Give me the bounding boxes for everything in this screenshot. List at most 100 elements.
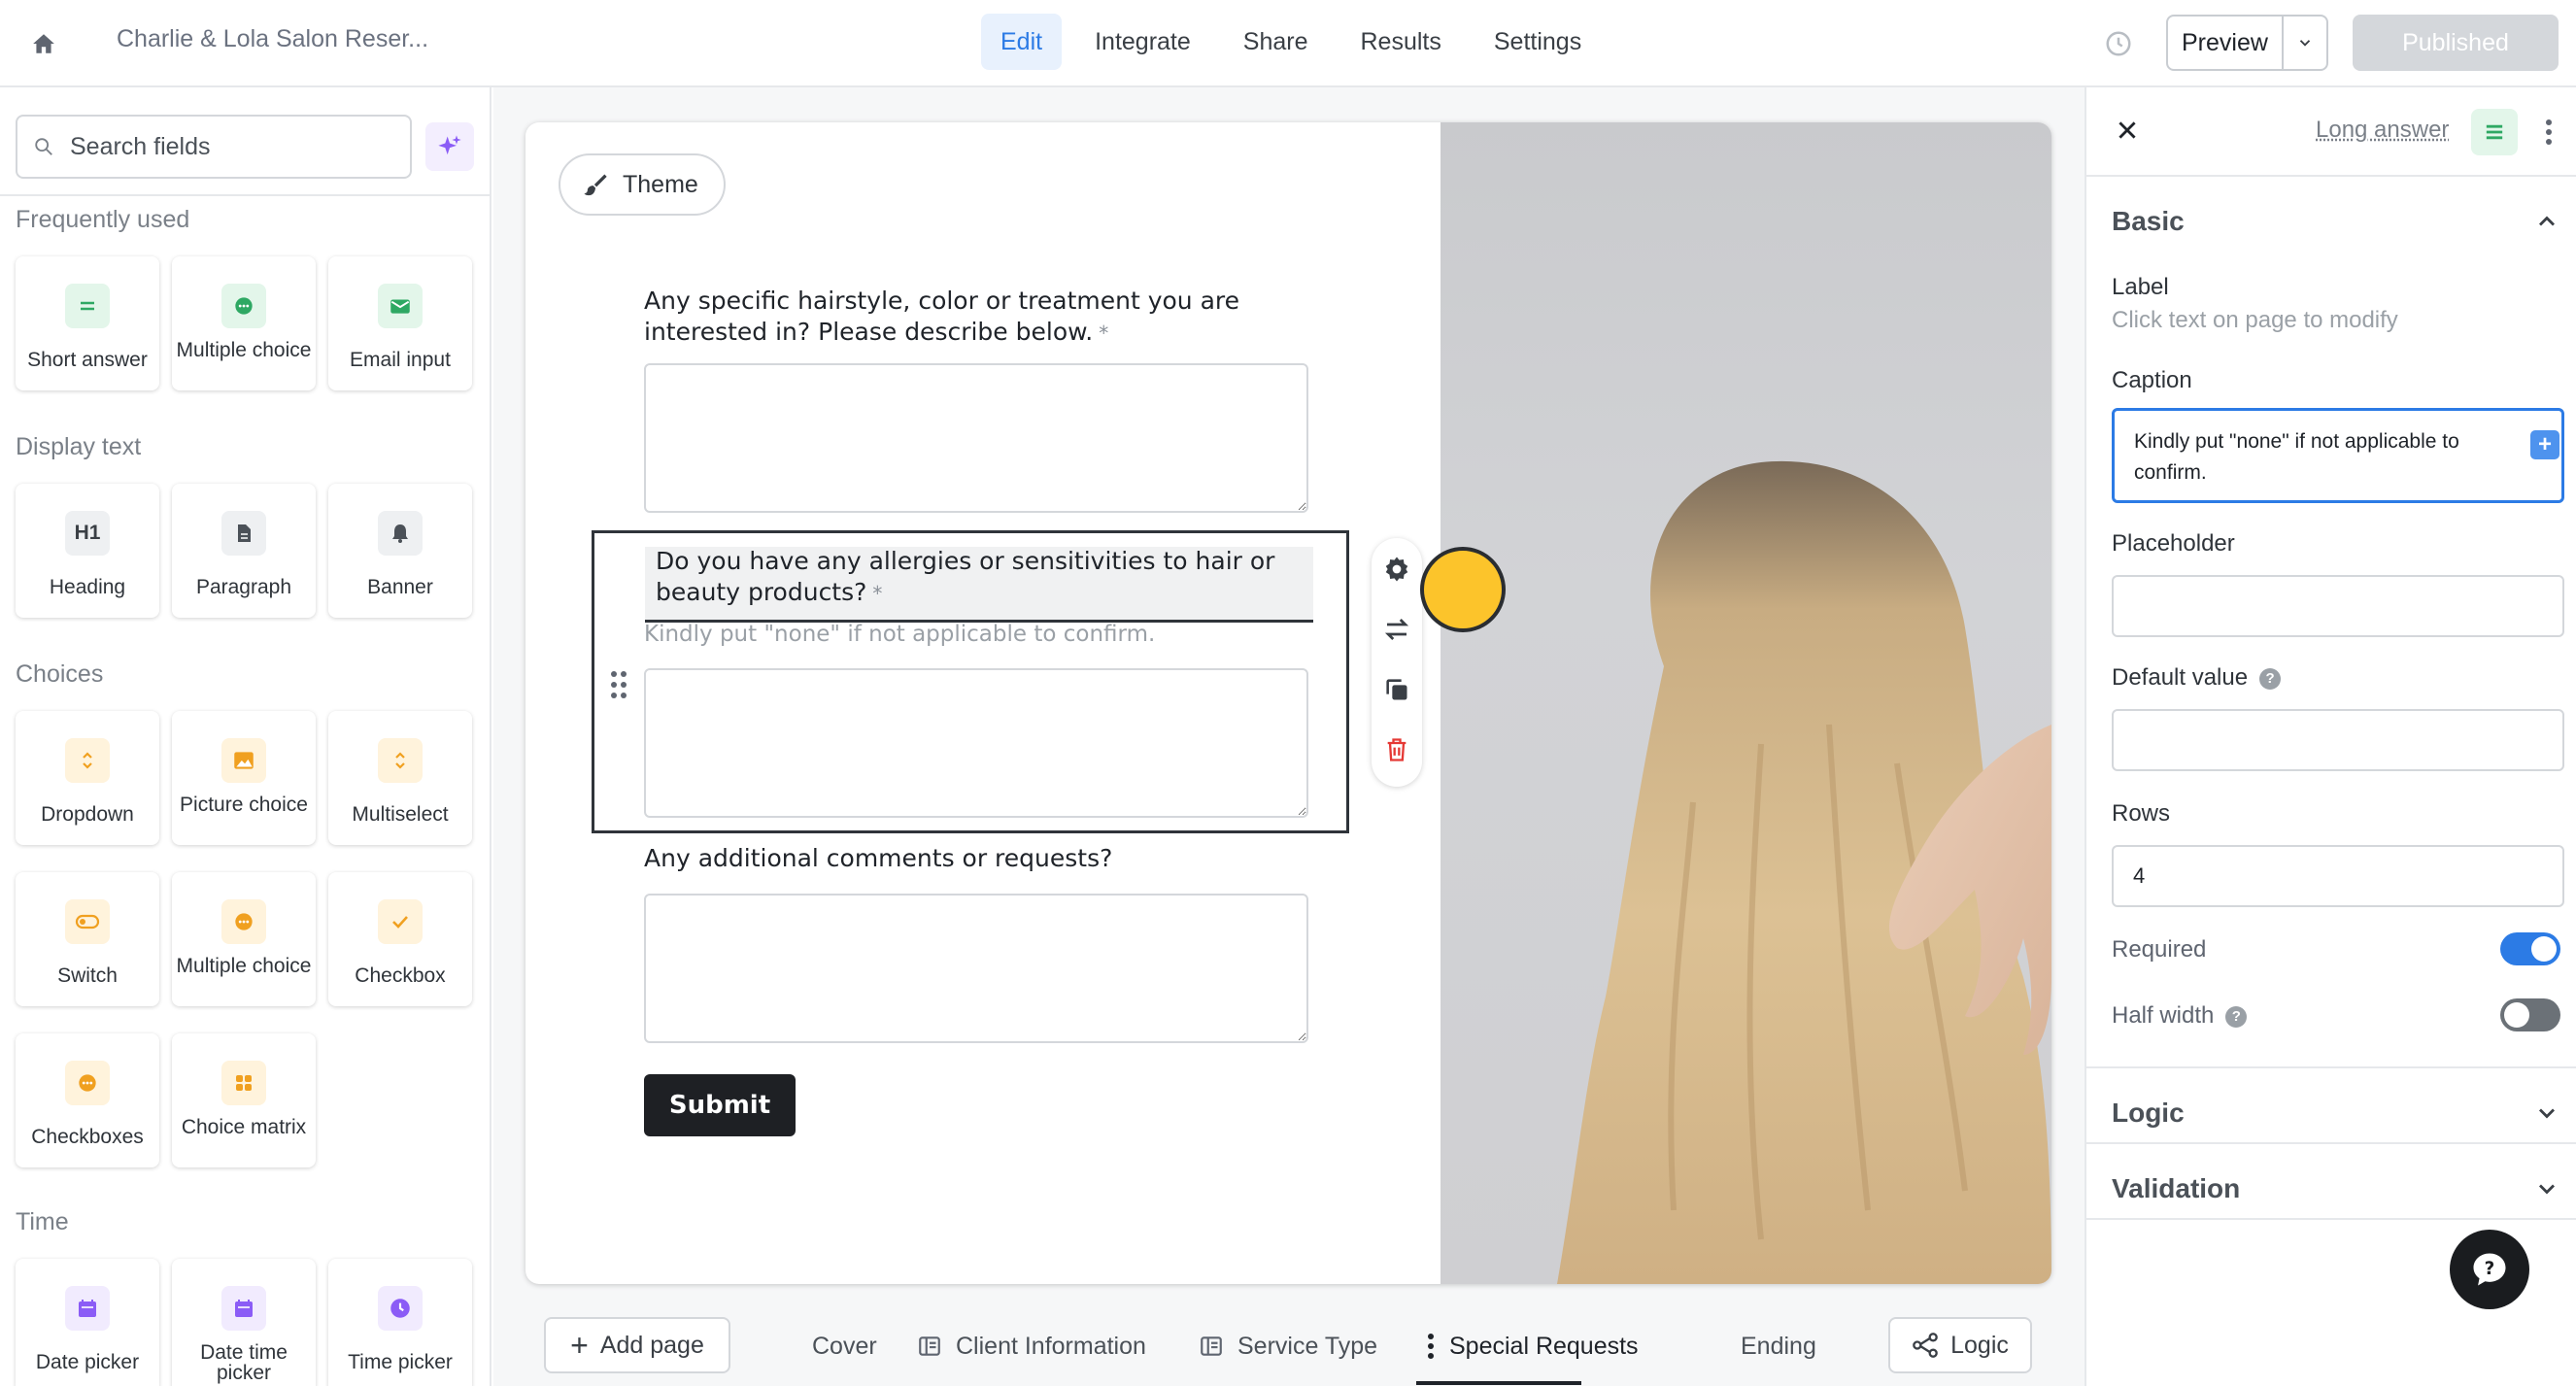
published-button[interactable]: Published [2353, 15, 2559, 71]
field-checkbox[interactable]: Checkbox [328, 872, 472, 1006]
field-label: Short answer [27, 349, 148, 371]
field-dropdown[interactable]: Dropdown [16, 711, 159, 845]
tab-edit[interactable]: Edit [981, 14, 1063, 70]
field-label: Checkbox [355, 964, 446, 987]
more-options-icon[interactable] [2537, 113, 2560, 152]
field-email-input[interactable]: Email input [328, 256, 472, 390]
field-picture-choice[interactable]: Picture choice [172, 711, 316, 845]
tab-settings[interactable]: Settings [1474, 14, 1601, 70]
bell-icon [378, 511, 423, 556]
chevron-down-icon[interactable] [2284, 17, 2326, 69]
duplicate-icon[interactable] [1379, 672, 1414, 707]
toggle-knob [2504, 1002, 2529, 1028]
field-palette-sidebar: Frequently used Short answer Multiple ch… [0, 87, 491, 1386]
submit-button[interactable]: Submit [644, 1074, 796, 1136]
close-icon[interactable] [2108, 111, 2147, 150]
field-multiselect[interactable]: Multiselect [328, 711, 472, 845]
form-title[interactable]: Charlie & Lola Salon Reser... [117, 25, 428, 53]
default-value-title-text: Default value [2112, 664, 2249, 691]
chevron-down-icon[interactable] [2533, 1175, 2560, 1202]
theme-label: Theme [623, 170, 698, 198]
question-1-textarea[interactable] [644, 363, 1308, 513]
default-value-input[interactable] [2112, 709, 2564, 771]
add-page-button[interactable]: + Add page [544, 1317, 730, 1373]
checkmark-icon [378, 899, 423, 944]
page-tab-special-requests[interactable]: Special Requests [1426, 1325, 1639, 1368]
field-multiple-choice-2[interactable]: Multiple choice [172, 872, 316, 1006]
multiselect-icon [378, 738, 423, 783]
long-answer-icon[interactable] [2471, 109, 2518, 155]
drag-handle-icon[interactable] [607, 668, 630, 701]
field-banner[interactable]: Banner [328, 484, 472, 618]
required-toggle-label: Required [2112, 936, 2207, 963]
plus-icon[interactable]: + [2530, 430, 2559, 459]
field-checkboxes[interactable]: Checkboxes [16, 1033, 159, 1167]
page-navigation-bar: + Add page Cover Client Information Serv… [525, 1305, 2040, 1386]
caption-input[interactable]: Kindly put "none" if not applicable to c… [2112, 408, 2564, 503]
question-2-label[interactable]: Do you have any allergies or sensitiviti… [656, 546, 1316, 609]
label-field-title: Label [2112, 274, 2169, 300]
logic-label: Logic [1950, 1331, 2009, 1359]
plus-icon: + [570, 1327, 589, 1363]
placeholder-input[interactable] [2112, 575, 2564, 637]
basic-section-title[interactable]: Basic [2112, 206, 2185, 237]
logic-icon [1913, 1333, 1938, 1358]
question-1-label[interactable]: Any specific hairstyle, color or treatme… [644, 286, 1324, 349]
gear-icon[interactable] [1379, 552, 1414, 587]
section-divider [2086, 1218, 2576, 1220]
tab-results[interactable]: Results [1341, 14, 1461, 70]
question-3-label[interactable]: Any additional comments or requests? [644, 843, 1324, 874]
field-paragraph[interactable]: Paragraph [172, 484, 316, 618]
logic-section-title[interactable]: Logic [2112, 1098, 2185, 1129]
half-width-toggle[interactable] [2500, 998, 2560, 1031]
field-time-picker[interactable]: Time picker [328, 1259, 472, 1386]
ai-sparkle-icon[interactable] [425, 122, 474, 171]
section-title-time: Time [16, 1208, 69, 1235]
tab-integrate[interactable]: Integrate [1075, 14, 1210, 70]
page-tab-service-type[interactable]: Service Type [1199, 1325, 1377, 1368]
field-heading[interactable]: H1 Heading [16, 484, 159, 618]
search-fields-input[interactable] [70, 132, 381, 161]
home-icon[interactable] [21, 21, 66, 66]
chevron-down-icon[interactable] [2533, 1099, 2560, 1127]
clock-icon [378, 1286, 423, 1331]
field-choice-matrix[interactable]: Choice matrix [172, 1033, 316, 1167]
rows-input[interactable] [2112, 845, 2564, 907]
trash-icon[interactable] [1379, 732, 1414, 767]
logic-button[interactable]: Logic [1888, 1317, 2032, 1373]
theme-button[interactable]: Theme [559, 153, 726, 216]
preview-button[interactable]: Preview [2168, 17, 2284, 69]
required-toggle[interactable] [2500, 932, 2560, 965]
chevron-up-icon[interactable] [2533, 208, 2560, 235]
field-switch[interactable]: Switch [16, 872, 159, 1006]
field-date-picker[interactable]: Date picker [16, 1259, 159, 1386]
question-toolbar [1372, 538, 1422, 787]
question-2-textarea[interactable] [644, 668, 1308, 818]
tab-share[interactable]: Share [1224, 14, 1328, 70]
history-icon[interactable] [2098, 23, 2139, 64]
field-multiple-choice[interactable]: Multiple choice [172, 256, 316, 390]
page-tab-cover[interactable]: Cover [812, 1325, 877, 1368]
page-tab-ending[interactable]: Ending [1741, 1325, 1816, 1368]
calendar-icon [65, 1286, 110, 1331]
field-label: Banner [367, 576, 433, 598]
swap-icon[interactable] [1379, 612, 1414, 647]
question-3-textarea[interactable] [644, 894, 1308, 1043]
calendar-icon [221, 1286, 266, 1331]
heading-icon-text: H1 [74, 522, 101, 544]
form-page-card: Theme Any specific hairstyle, color or t… [525, 122, 2051, 1284]
validation-section-title[interactable]: Validation [2112, 1173, 2240, 1204]
page-tab-client-information[interactable]: Client Information [917, 1325, 1146, 1368]
field-short-answer[interactable]: Short answer [16, 256, 159, 390]
short-answer-icon [65, 284, 110, 328]
help-icon[interactable]: ? [2225, 1005, 2248, 1028]
field-label: Choice matrix [181, 1116, 307, 1138]
help-chat-icon[interactable]: ? [2450, 1230, 2529, 1309]
question-2-caption[interactable]: Kindly put "none" if not applicable to c… [644, 622, 1155, 647]
label-field-hint: Click text on page to modify [2112, 307, 2398, 333]
search-icon [35, 138, 52, 155]
field-date-time-picker[interactable]: Date time picker [172, 1259, 316, 1386]
field-type-label[interactable]: Long answer [2316, 117, 2449, 144]
preview-button-group: Preview [2166, 15, 2328, 71]
help-icon[interactable]: ? [2259, 667, 2282, 690]
